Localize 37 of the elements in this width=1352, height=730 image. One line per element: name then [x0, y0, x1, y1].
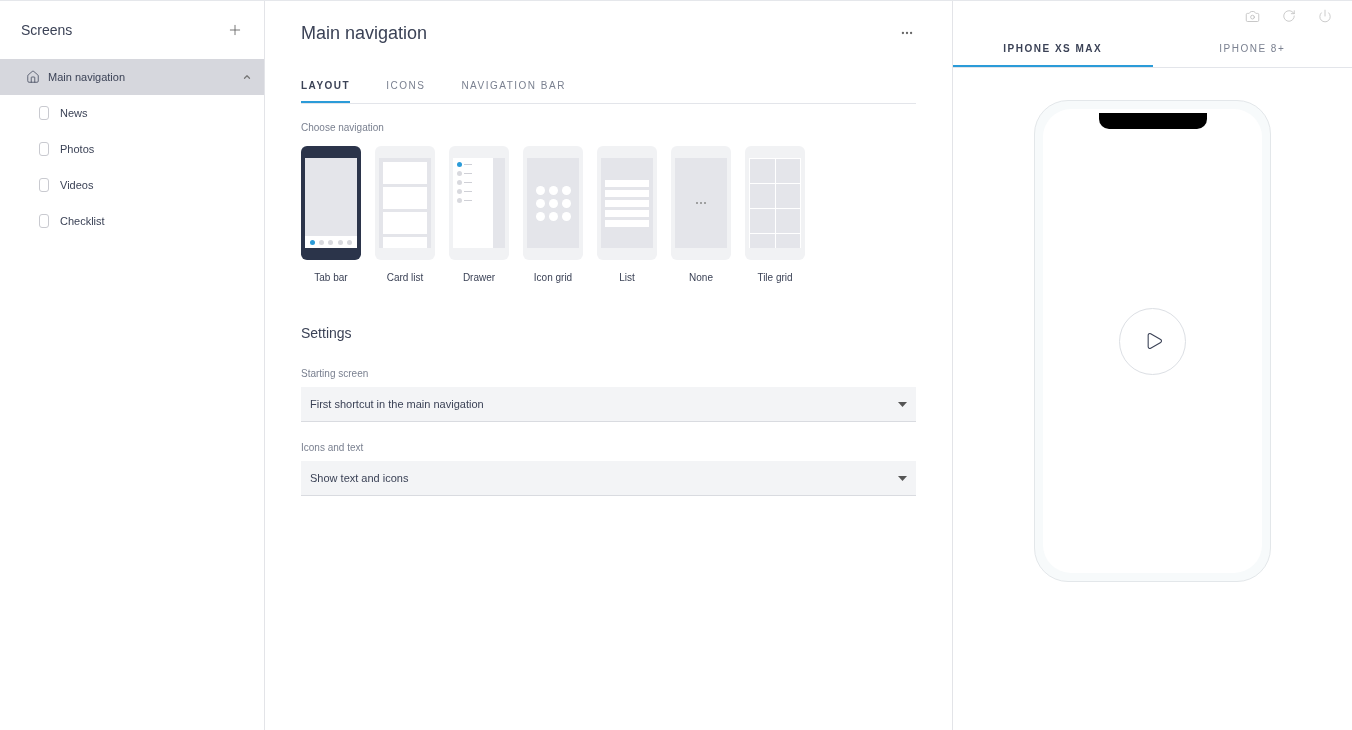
- tree-item[interactable]: Videos: [0, 167, 264, 203]
- navigation-option[interactable]: Icon grid: [523, 146, 583, 285]
- page-icon: [39, 178, 49, 192]
- tree-item[interactable]: Main navigation: [0, 59, 264, 95]
- collapse-icon[interactable]: [242, 72, 252, 82]
- add-icon[interactable]: [227, 22, 243, 38]
- dropdown-caret-icon: [898, 475, 907, 481]
- home-icon: [26, 70, 40, 84]
- navigation-option[interactable]: Drawer: [449, 146, 509, 285]
- section-title: Settings: [301, 324, 353, 343]
- field-label: Starting screen: [301, 367, 370, 381]
- device-tab[interactable]: IPHONE 8+: [1152, 31, 1352, 67]
- refresh-icon[interactable]: [1282, 9, 1296, 23]
- tab[interactable]: NAVIGATION BAR: [461, 70, 566, 103]
- tree-item[interactable]: Photos: [0, 131, 264, 167]
- select-field[interactable]: First shortcut in the main navigation: [301, 387, 916, 422]
- navigation-option[interactable]: Tile grid: [745, 146, 805, 285]
- power-icon[interactable]: [1318, 9, 1332, 23]
- page-icon: [39, 142, 49, 156]
- navigation-option[interactable]: Tab bar: [301, 146, 361, 285]
- page-icon: [39, 214, 49, 228]
- sidebar-title: Screens: [21, 20, 73, 40]
- tree-item[interactable]: News: [0, 95, 264, 131]
- tab[interactable]: LAYOUT: [301, 70, 351, 103]
- dropdown-caret-icon: [898, 401, 907, 407]
- navigation-option[interactable]: Card list: [375, 146, 435, 285]
- tree-item[interactable]: Checklist: [0, 203, 264, 239]
- select-field[interactable]: Show text and icons: [301, 461, 916, 496]
- device-tab[interactable]: IPHONE XS MAX: [953, 31, 1153, 67]
- page-icon: [39, 106, 49, 120]
- page-title: Main navigation: [301, 21, 428, 45]
- camera-icon[interactable]: [1245, 9, 1260, 24]
- tab[interactable]: ICONS: [386, 70, 426, 103]
- section-label: Choose navigation: [301, 121, 385, 135]
- navigation-option[interactable]: None: [671, 146, 731, 285]
- field-label: Icons and text: [301, 441, 365, 455]
- navigation-option[interactable]: List: [597, 146, 657, 285]
